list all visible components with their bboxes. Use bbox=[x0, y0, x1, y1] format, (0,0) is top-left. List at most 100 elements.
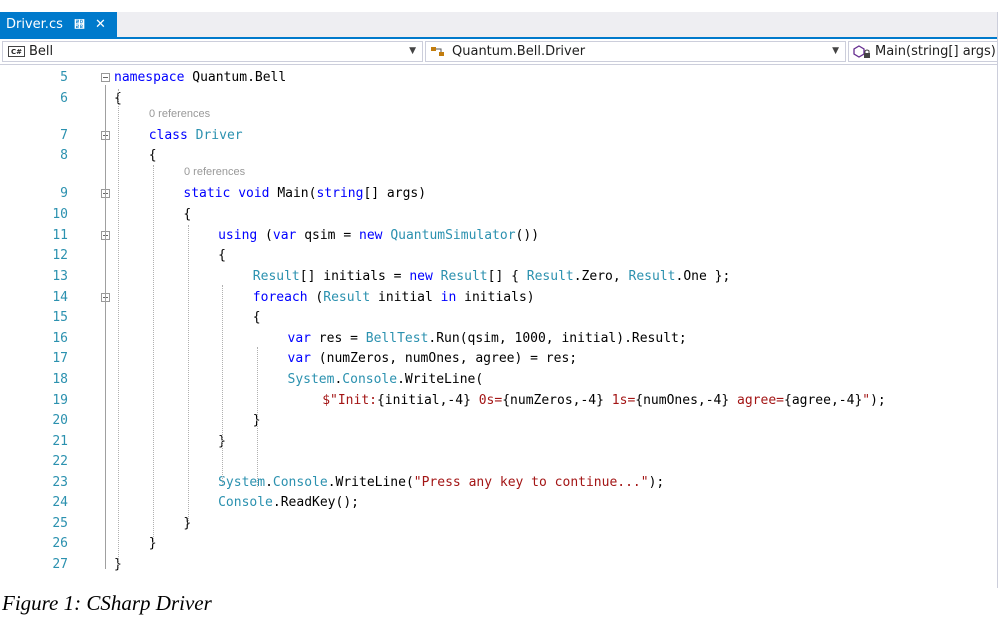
code-line[interactable]: 24 Console.ReadKey(); bbox=[0, 493, 997, 513]
class-dropdown[interactable]: Quantum.Bell.Driver ▼ bbox=[425, 41, 846, 62]
code-token: ); bbox=[648, 475, 665, 490]
code-line[interactable]: 19 $"Init:{initial,-4} 0s={numZeros,-4} 1… bbox=[0, 391, 997, 411]
code-area[interactable]: 5 namespace Quantum.Bell 6{7 class Driver 8{… bbox=[0, 65, 997, 588]
tab-label: Driver.cs bbox=[6, 17, 63, 32]
code-token: Result bbox=[252, 269, 300, 284]
code-line[interactable]: 27} bbox=[0, 555, 997, 575]
indent-guide bbox=[118, 89, 119, 569]
indent-guide bbox=[257, 347, 258, 487]
line-number: 14 bbox=[52, 290, 68, 305]
code-text: { bbox=[218, 246, 226, 266]
code-token: res = bbox=[310, 331, 366, 346]
member-dropdown[interactable]: Main(string[] args) bbox=[848, 41, 997, 62]
code-line[interactable]: 11 using (var qsim = new QuantumSimulator… bbox=[0, 226, 997, 246]
code-token: 1s= bbox=[603, 393, 636, 408]
member-dropdown-value: Main(string[] args) bbox=[875, 44, 996, 59]
code-line[interactable]: 7 class Driver bbox=[0, 126, 997, 146]
code-token: Quantum.Bell bbox=[184, 70, 287, 85]
code-line[interactable]: 22 bbox=[0, 452, 997, 472]
code-token: qsim = bbox=[296, 228, 359, 243]
code-token: void bbox=[238, 186, 270, 201]
codelens-references-link[interactable]: 0 references bbox=[184, 165, 245, 179]
code-line[interactable]: 23 System.Console.WriteLine("Press any ke… bbox=[0, 473, 997, 493]
code-token: QuantumSimulator bbox=[390, 228, 516, 243]
code-token: ); bbox=[870, 393, 886, 408]
tab-driver-cs[interactable]: Driver.cs ⴫ ✕ bbox=[0, 12, 117, 37]
code-line[interactable]: 16 var res = BellTest.Run(qsim, 1000, ini… bbox=[0, 329, 997, 349]
code-token: Console bbox=[218, 495, 273, 510]
code-token: Driver bbox=[195, 128, 243, 143]
code-token: BellTest bbox=[365, 331, 429, 346]
code-token: foreach bbox=[252, 290, 308, 305]
code-token: {numOnes,-4} bbox=[635, 393, 730, 408]
code-line[interactable]: 10 { bbox=[0, 205, 997, 225]
navigation-bar: C# Bell ▼ Quantum.Bell.Driver ▼ Main(str… bbox=[0, 39, 997, 65]
code-token: [] initials = bbox=[299, 269, 410, 284]
code-token: {initial,-4} bbox=[376, 393, 471, 408]
code-token: Result bbox=[440, 269, 488, 284]
outlining-margin-line bbox=[105, 85, 106, 569]
code-line[interactable]: 20} bbox=[0, 411, 997, 431]
code-token: (numZeros, numOnes, agree) = res; bbox=[310, 351, 578, 366]
code-text: System.Console.WriteLine( bbox=[288, 370, 484, 390]
code-token: var bbox=[287, 351, 311, 366]
code-token: "Press any key to continue..." bbox=[413, 475, 649, 490]
code-token: new bbox=[409, 269, 433, 284]
line-number: 27 bbox=[52, 557, 68, 572]
code-token: 0s= bbox=[470, 393, 503, 408]
pin-icon[interactable]: ⴫ bbox=[74, 12, 85, 37]
codelens-references-link[interactable]: 0 references bbox=[149, 107, 210, 121]
chevron-down-icon: ▼ bbox=[832, 46, 839, 56]
code-line[interactable]: 6{ bbox=[0, 89, 997, 109]
code-line[interactable]: 14 foreach (Result initial in initials) bbox=[0, 288, 997, 308]
figure-caption: Figure 1: CSharp Driver bbox=[2, 591, 212, 615]
close-icon[interactable]: ✕ bbox=[95, 12, 106, 37]
line-number: 21 bbox=[52, 434, 68, 449]
code-token: $"Init: bbox=[322, 393, 377, 408]
code-line[interactable]: 12 { bbox=[0, 246, 997, 266]
code-line[interactable]: 8{ bbox=[0, 146, 997, 166]
code-line[interactable]: 5 namespace Quantum.Bell bbox=[0, 68, 997, 88]
code-token: class bbox=[148, 128, 188, 143]
code-token: .Run(qsim, 1000, initial).Result; bbox=[428, 331, 687, 346]
code-line[interactable]: 18 System.Console.WriteLine( bbox=[0, 370, 997, 390]
code-token: initial bbox=[370, 290, 441, 305]
code-text: Console.ReadKey(); bbox=[218, 493, 359, 513]
code-text: class Driver bbox=[149, 126, 243, 146]
code-token: {agree,-4} bbox=[784, 393, 863, 408]
line-number: 24 bbox=[52, 495, 68, 510]
code-token: Main( bbox=[269, 186, 317, 201]
code-token: .WriteLine( bbox=[327, 475, 414, 490]
document-tab-strip: Driver.cs ⴫ ✕ bbox=[0, 12, 997, 39]
line-number: 25 bbox=[52, 516, 68, 531]
line-number: 11 bbox=[52, 228, 68, 243]
collapse-region-icon[interactable] bbox=[101, 73, 110, 82]
code-line[interactable]: 13 Result[] initials = new Result[] { Res… bbox=[0, 267, 997, 287]
code-token: .Zero, bbox=[573, 269, 629, 284]
code-text: namespace Quantum.Bell bbox=[114, 68, 286, 88]
code-token: initials) bbox=[456, 290, 535, 305]
code-token: .One }; bbox=[675, 269, 731, 284]
code-line[interactable]: 21} bbox=[0, 432, 997, 452]
code-text: using (var qsim = new QuantumSimulator()… bbox=[218, 226, 539, 246]
code-token: System bbox=[218, 475, 266, 490]
code-token: { bbox=[183, 207, 192, 222]
code-token: [] { bbox=[487, 269, 527, 284]
code-token: {numZeros,-4} bbox=[502, 393, 604, 408]
code-line[interactable]: 9 static void Main(string[] args) bbox=[0, 184, 997, 204]
code-line[interactable]: 15 { bbox=[0, 308, 997, 328]
line-number: 9 bbox=[60, 186, 68, 201]
code-token: { bbox=[218, 248, 226, 263]
line-number: 8 bbox=[60, 148, 68, 163]
code-token: .WriteLine( bbox=[397, 372, 484, 387]
code-token: . bbox=[265, 475, 273, 490]
code-line[interactable]: 17 var (numZeros, numOnes, agree) = res; bbox=[0, 349, 997, 369]
line-number: 5 bbox=[60, 70, 68, 85]
project-dropdown[interactable]: C# Bell ▼ bbox=[2, 41, 423, 62]
line-number: 7 bbox=[60, 128, 68, 143]
code-line[interactable]: 26} bbox=[0, 534, 997, 554]
code-line[interactable]: 25} bbox=[0, 514, 997, 534]
